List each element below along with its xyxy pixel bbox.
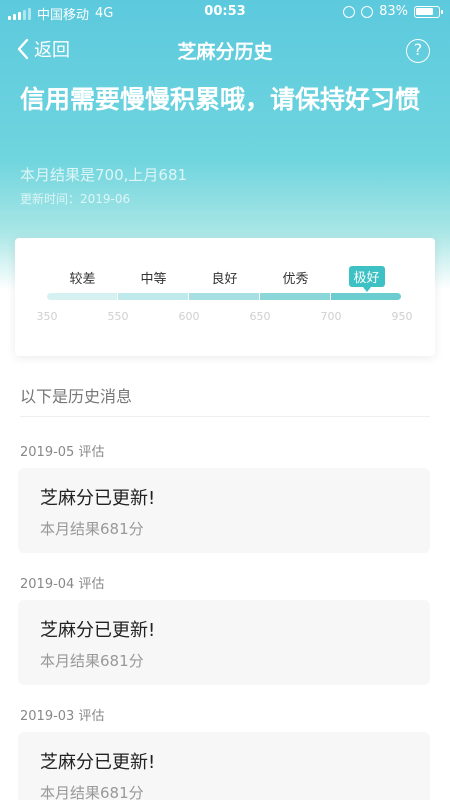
back-button[interactable]: 返回 — [16, 36, 70, 62]
history-card-subtitle: 本月结果681分 — [40, 784, 144, 800]
history-card-title: 芝麻分已更新! — [40, 752, 156, 773]
score-tick: 950 — [391, 310, 413, 323]
history-group: 2019-05 评估芝麻分已更新! 本月结果681分 — [0, 438, 450, 570]
score-bar-segment — [189, 293, 259, 300]
level-label: 中等 — [140, 272, 167, 287]
score-tick: 550 — [107, 310, 129, 323]
score-bar-segment — [118, 293, 188, 300]
history-card[interactable]: 芝麻分已更新! 本月结果681分 — [18, 468, 430, 553]
alarm-icon — [361, 5, 374, 18]
update-time: 更新时间：2019-06 — [20, 192, 131, 206]
chevron-left-icon — [17, 38, 29, 60]
history-card-title: 芝麻分已更新! — [40, 620, 156, 641]
nav-bar: 返回 芝麻分历史 ? — [0, 28, 450, 72]
history-date: 2019-05 评估 — [20, 445, 105, 460]
headline: 信用需要慢慢积累哦，请保持好习惯 — [20, 85, 421, 114]
score-card: 较差 中等 良好 优秀 极好 350 550 600 650 700 950 — [15, 238, 435, 356]
score-tick: 350 — [36, 310, 58, 323]
score-bar-segment — [331, 293, 401, 300]
level-labels: 较差 中等 良好 优秀 极好 — [15, 266, 435, 292]
level-label: 优秀 — [282, 272, 309, 287]
divider — [20, 416, 430, 417]
history-date: 2019-04 评估 — [20, 577, 105, 592]
score-bar-segment — [260, 293, 330, 300]
score-tick: 700 — [320, 310, 342, 323]
battery-icon — [414, 5, 443, 18]
battery-fill — [416, 7, 433, 15]
result-summary: 本月结果是700,上月681 — [20, 166, 188, 184]
score-tick: 600 — [178, 310, 200, 323]
history-card[interactable]: 芝麻分已更新! 本月结果681分 — [18, 732, 430, 800]
status-bar: 中国移动 4G 00:53 83% — [0, 0, 450, 24]
history-card-subtitle: 本月结果681分 — [40, 652, 144, 670]
score-ticks: 350 550 600 650 700 950 — [15, 310, 435, 324]
level-label: 极好 — [348, 266, 385, 292]
section-title: 以下是历史消息 — [20, 387, 133, 406]
history-list: 2019-05 评估 芝麻分已更新! 本月结果681分 2019-04 评估 芝麻分已更… — [0, 438, 450, 800]
back-label: 返回 — [34, 40, 70, 61]
battery-percent: 83% — [379, 4, 408, 19]
help-icon[interactable]: ? — [406, 39, 430, 63]
status-right: 83% — [343, 4, 443, 19]
history-card-subtitle: 本月结果681分 — [40, 520, 144, 538]
history-date: 2019-03 评估 — [20, 709, 105, 724]
history-group: 2019-04 评估芝麻分已更新! 本月结果681分 — [0, 570, 450, 702]
history-card[interactable]: 芝麻分已更新! 本月结果681分 — [18, 600, 430, 685]
history-group: 2019-03 评估芝麻分已更新! 本月结果681分 — [0, 702, 450, 800]
level-label: 较差 — [69, 272, 96, 287]
score-bar — [47, 293, 402, 300]
score-tick: 650 — [249, 310, 271, 323]
history-card-title: 芝麻分已更新! — [40, 488, 156, 509]
score-bar-segment — [47, 293, 117, 300]
orientation-lock-icon — [343, 5, 356, 18]
level-label: 良好 — [211, 272, 238, 287]
